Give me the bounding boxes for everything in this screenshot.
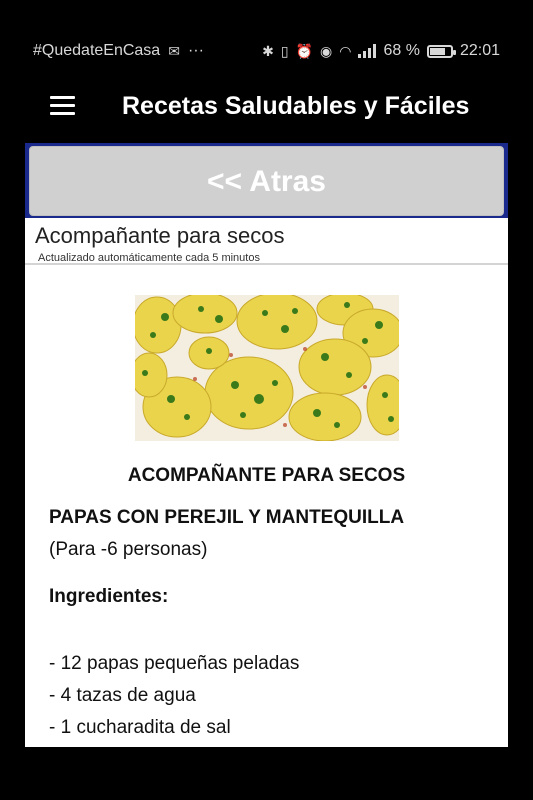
ingredient-item: - 12 papas pequeñas peladas bbox=[49, 653, 300, 674]
back-button[interactable]: << Atras bbox=[29, 146, 504, 216]
section-title: Acompañante para secos bbox=[35, 223, 285, 248]
ingredients-title: Ingredientes: bbox=[49, 586, 169, 607]
alarm-icon: ⏰ bbox=[295, 43, 314, 59]
battery-percent: 68 % bbox=[383, 42, 420, 59]
section-subtitle: Actualizado automáticamente cada 5 minut… bbox=[38, 252, 260, 264]
servings: (Para -6 personas) bbox=[49, 539, 208, 560]
status-bar: #QuedateEnCasa ✉ ··· ✱ ▯ ⏰ ◉ ◠ 68 % 22:0… bbox=[0, 36, 533, 68]
ingredient-item: - 1 cucharadita de sal bbox=[49, 717, 231, 738]
status-hashtag: #QuedateEnCasa bbox=[33, 42, 161, 59]
mail-icon: ✉ bbox=[168, 43, 180, 59]
recipe-heading: ACOMPAÑANTE PARA SECOS bbox=[127, 465, 406, 486]
signal-icon bbox=[358, 44, 377, 58]
section-header: Acompañante para secos Actualizado autom… bbox=[25, 218, 508, 265]
vibrate-icon: ▯ bbox=[280, 43, 289, 59]
app-title: Recetas Saludables y Fáciles bbox=[122, 92, 470, 120]
article: ACOMPAÑANTE PARA SECOS PAPAS CON PEREJIL… bbox=[25, 295, 508, 744]
status-more-dots: ··· bbox=[187, 42, 204, 59]
eye-comfort-icon: ◉ bbox=[320, 43, 333, 59]
bluetooth-icon: ✱ bbox=[262, 43, 274, 59]
battery-fill bbox=[429, 47, 445, 55]
potatoes-photo bbox=[134, 295, 399, 441]
app-bar: Recetas Saludables y Fáciles bbox=[0, 80, 533, 136]
hamburger-menu-icon[interactable] bbox=[50, 96, 75, 116]
battery-icon bbox=[426, 44, 456, 58]
webview[interactable]: << Atras Acompañante para secos Actualiz… bbox=[25, 143, 508, 747]
dish-name: PAPAS CON PEREJIL Y MANTEQUILLA bbox=[49, 507, 405, 528]
back-button-container: << Atras bbox=[25, 143, 508, 218]
ingredient-item: - 4 tazas de agua bbox=[49, 685, 196, 706]
status-time: 22:01 bbox=[459, 42, 500, 59]
ingredients-list: - 12 papas pequeñas peladas - 4 tazas de… bbox=[49, 648, 484, 744]
wifi-icon: ◠ bbox=[339, 43, 352, 59]
